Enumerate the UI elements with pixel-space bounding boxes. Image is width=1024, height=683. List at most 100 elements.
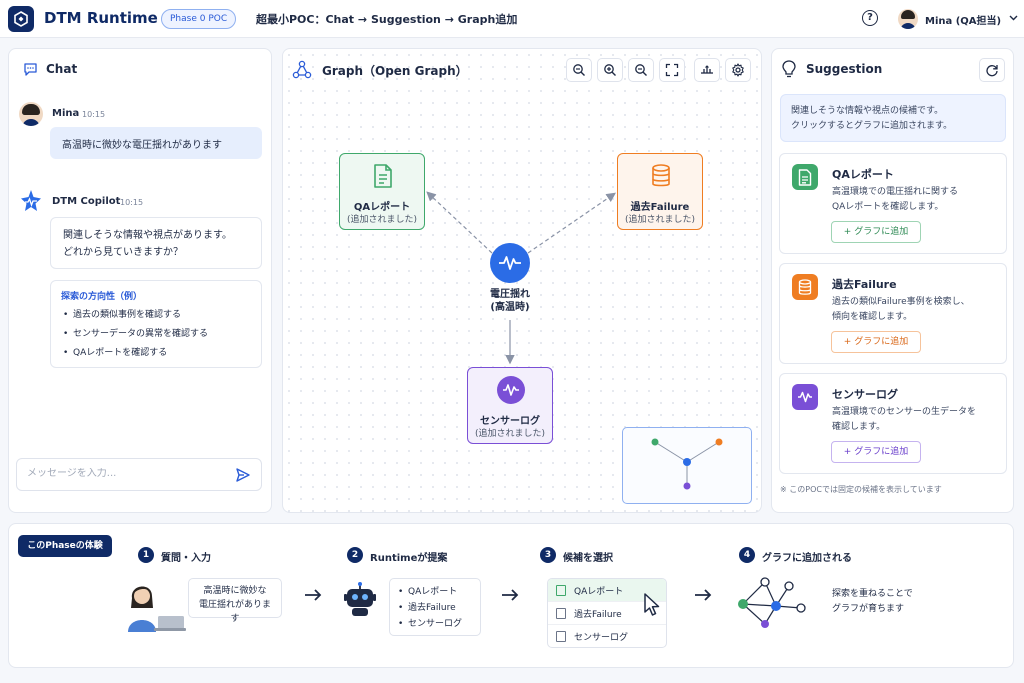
direction-item[interactable]: 過去の類似事例を確認する bbox=[61, 306, 251, 325]
message-time: 10:15 bbox=[82, 110, 106, 119]
user-message: 高温時に微妙な電圧揺れがあります bbox=[50, 127, 262, 159]
app-title: DTM Runtime bbox=[44, 9, 158, 27]
document-icon bbox=[556, 584, 566, 596]
refresh-icon[interactable] bbox=[979, 58, 1005, 82]
center-node-label-line: (高温時) bbox=[490, 302, 530, 313]
candidate-option[interactable]: センサーログ bbox=[548, 625, 666, 647]
proposal-item: センサーログ bbox=[398, 616, 472, 632]
user-menu[interactable]: Mina (QA担当) bbox=[898, 8, 1018, 30]
desc-line: QAレポートを確認します。 bbox=[832, 202, 944, 212]
message-sender: Mina bbox=[52, 108, 80, 119]
step-label: Runtimeが提案 bbox=[370, 553, 448, 564]
chevron-down-icon bbox=[1009, 14, 1018, 24]
suggestion-card-title: センサーログ bbox=[832, 388, 898, 401]
database-icon bbox=[792, 274, 818, 300]
arrow-right-icon bbox=[501, 586, 519, 607]
graph-node-past-failure[interactable]: 過去Failure (追加されました) bbox=[617, 153, 703, 230]
plus-icon: + bbox=[843, 337, 855, 347]
lightbulb-icon bbox=[781, 60, 797, 78]
desc-line: 過去の類似Failure事例を検索し、 bbox=[832, 297, 970, 307]
graph-grow-note: 探索を重ねることで グラフが育ちます bbox=[832, 587, 913, 617]
proposal-list: QAレポート 過去Failure センサーログ bbox=[389, 578, 481, 636]
node-label: 過去Failure bbox=[630, 202, 690, 213]
person-with-laptop-icon bbox=[124, 578, 186, 632]
proposal-item: QAレポート bbox=[398, 584, 472, 600]
suggestion-title: Suggestion bbox=[806, 62, 883, 76]
add-to-graph-button[interactable]: + グラフに追加 bbox=[831, 331, 921, 353]
bot-message-line: どれから見ていきますか？ bbox=[63, 247, 183, 258]
add-button-label: グラフに追加 bbox=[854, 447, 909, 457]
mouse-cursor-icon bbox=[641, 592, 663, 618]
help-icon[interactable]: ? bbox=[862, 10, 878, 26]
message-time: 10:15 bbox=[120, 198, 144, 207]
suggestion-card-sensor-log[interactable]: センサーログ 高温環境でのセンサーの生データを 確認します。 + グラフに追加 bbox=[779, 373, 1007, 474]
copilot-star-icon bbox=[19, 189, 43, 213]
graph-minimap[interactable] bbox=[622, 427, 752, 504]
direction-title: 探索の方向性（例） bbox=[61, 292, 143, 302]
direction-item[interactable]: センサーデータの異常を確認する bbox=[61, 325, 251, 344]
node-status: (追加されました) bbox=[346, 215, 418, 225]
suggestion-card-qa-report[interactable]: QAレポート 高温環境での電圧揺れに関する QAレポートを確認します。 + グラ… bbox=[779, 153, 1007, 254]
chat-title: Chat bbox=[46, 62, 78, 76]
add-to-graph-button[interactable]: + グラフに追加 bbox=[831, 221, 921, 243]
suggestion-card-past-failure[interactable]: 過去Failure 過去の類似Failure事例を検索し、 傾向を確認します。 … bbox=[779, 263, 1007, 364]
step-label: グラフに追加される bbox=[762, 553, 852, 564]
database-icon bbox=[650, 164, 672, 188]
top-bar: DTM Runtime Phase 0 POC 超最小POC：Chat → Su… bbox=[0, 0, 1024, 38]
suggestion-info: 関連しそうな情報や視点の候補です。 クリックするとグラフに追加されます。 bbox=[780, 94, 1006, 142]
add-to-graph-button[interactable]: + グラフに追加 bbox=[831, 441, 921, 463]
speech-line: 電圧揺れがあります bbox=[198, 600, 271, 624]
document-icon bbox=[556, 631, 566, 642]
phase-tag: このPhaseの体験 bbox=[18, 535, 112, 557]
step-label: 候補を選択 bbox=[563, 553, 613, 564]
note-line: 探索を重ねることで bbox=[832, 589, 913, 599]
candidate-label: センサーログ bbox=[574, 633, 629, 643]
waveform-icon bbox=[792, 384, 818, 410]
arrow-right-icon bbox=[304, 586, 322, 607]
suggestion-card-desc: 過去の類似Failure事例を検索し、 傾向を確認します。 bbox=[832, 295, 1002, 325]
message-sender: DTM Copilot bbox=[52, 196, 121, 207]
add-button-label: グラフに追加 bbox=[854, 337, 909, 347]
send-icon[interactable] bbox=[235, 467, 251, 483]
waveform-icon bbox=[499, 256, 521, 270]
user-name: Mina (QA担当) bbox=[925, 15, 1002, 27]
plus-icon: + bbox=[843, 447, 855, 457]
node-label: QAレポート bbox=[353, 202, 411, 213]
suggestion-card-title: 過去Failure bbox=[832, 278, 897, 291]
speech-line: 高温時に微妙な bbox=[203, 586, 267, 596]
graph-node-qa-report[interactable]: QAレポート (追加されました) bbox=[339, 153, 425, 230]
waveform-icon bbox=[497, 376, 525, 404]
desc-line: 傾向を確認します。 bbox=[832, 312, 913, 322]
note-line: グラフが育ちます bbox=[832, 604, 905, 614]
center-node-label: 電圧揺れ (高温時) bbox=[470, 288, 550, 314]
suggestion-card-title: QAレポート bbox=[832, 168, 894, 181]
direction-item[interactable]: QAレポートを確認する bbox=[61, 344, 251, 363]
edge-to-past-failure bbox=[527, 192, 616, 254]
graph-node-sensor-log[interactable]: センサーログ (追加されました) bbox=[467, 367, 553, 444]
growing-graph-icon bbox=[733, 574, 809, 636]
edge-to-qa-report bbox=[426, 191, 493, 254]
node-status: (追加されました) bbox=[624, 215, 696, 225]
candidate-label: 過去Failure bbox=[574, 609, 622, 620]
message-input[interactable] bbox=[27, 468, 227, 479]
step-number: 1 bbox=[138, 547, 154, 563]
bot-message-line: 関連しそうな情報や視点があります。 bbox=[63, 230, 232, 241]
center-node-label-line: 電圧揺れ bbox=[490, 289, 530, 300]
step-number: 3 bbox=[540, 547, 556, 563]
document-icon bbox=[372, 164, 394, 188]
plus-icon: + bbox=[843, 227, 855, 237]
avatar bbox=[19, 102, 43, 126]
info-line: クリックするとグラフに追加されます。 bbox=[791, 121, 953, 131]
document-icon bbox=[792, 164, 818, 190]
info-line: 関連しそうな情報や視点の候補です。 bbox=[791, 106, 944, 116]
add-button-label: グラフに追加 bbox=[854, 227, 909, 237]
desc-line: 高温環境での電圧揺れに関する bbox=[832, 187, 959, 197]
avatar bbox=[898, 9, 918, 29]
minimap-graph bbox=[651, 438, 723, 490]
node-label: センサーログ bbox=[480, 416, 540, 427]
chat-input-box bbox=[16, 458, 262, 491]
node-status: (追加されました) bbox=[474, 429, 546, 439]
suggestion-card-desc: 高温環境での電圧揺れに関する QAレポートを確認します。 bbox=[832, 185, 1002, 215]
robot-icon bbox=[341, 580, 379, 618]
center-node-voltage[interactable] bbox=[490, 243, 530, 283]
